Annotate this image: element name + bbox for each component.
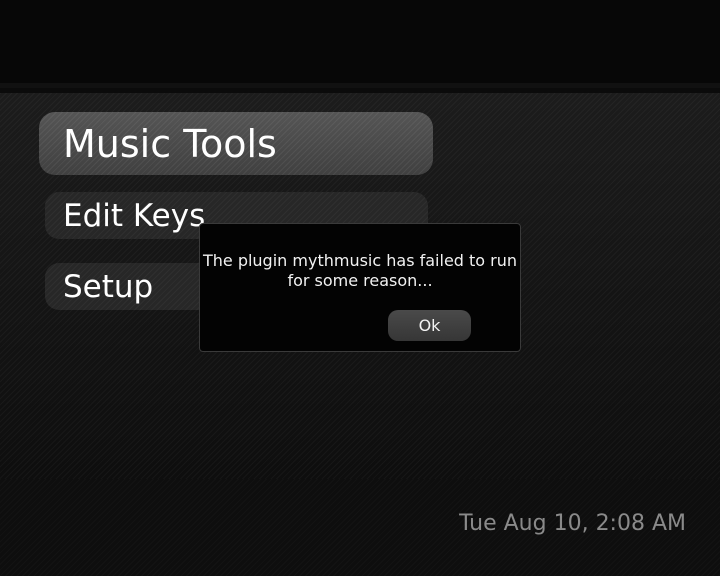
mythtv-screen: Music Tools Edit Keys Setup The plugin m…	[0, 0, 720, 576]
dialog-message: The plugin mythmusic has failed to run f…	[202, 251, 518, 290]
error-dialog: The plugin mythmusic has failed to run f…	[199, 223, 521, 352]
menu-item-label: Edit Keys	[63, 197, 206, 234]
menu-item-label: Music Tools	[63, 121, 277, 166]
menu-item-music-tools[interactable]: Music Tools	[39, 112, 433, 175]
ok-button[interactable]: Ok	[388, 310, 471, 341]
date-time: Tue Aug 10, 2:08 AM	[459, 511, 686, 536]
menu-item-label: Setup	[63, 268, 154, 305]
header-band	[0, 0, 720, 88]
